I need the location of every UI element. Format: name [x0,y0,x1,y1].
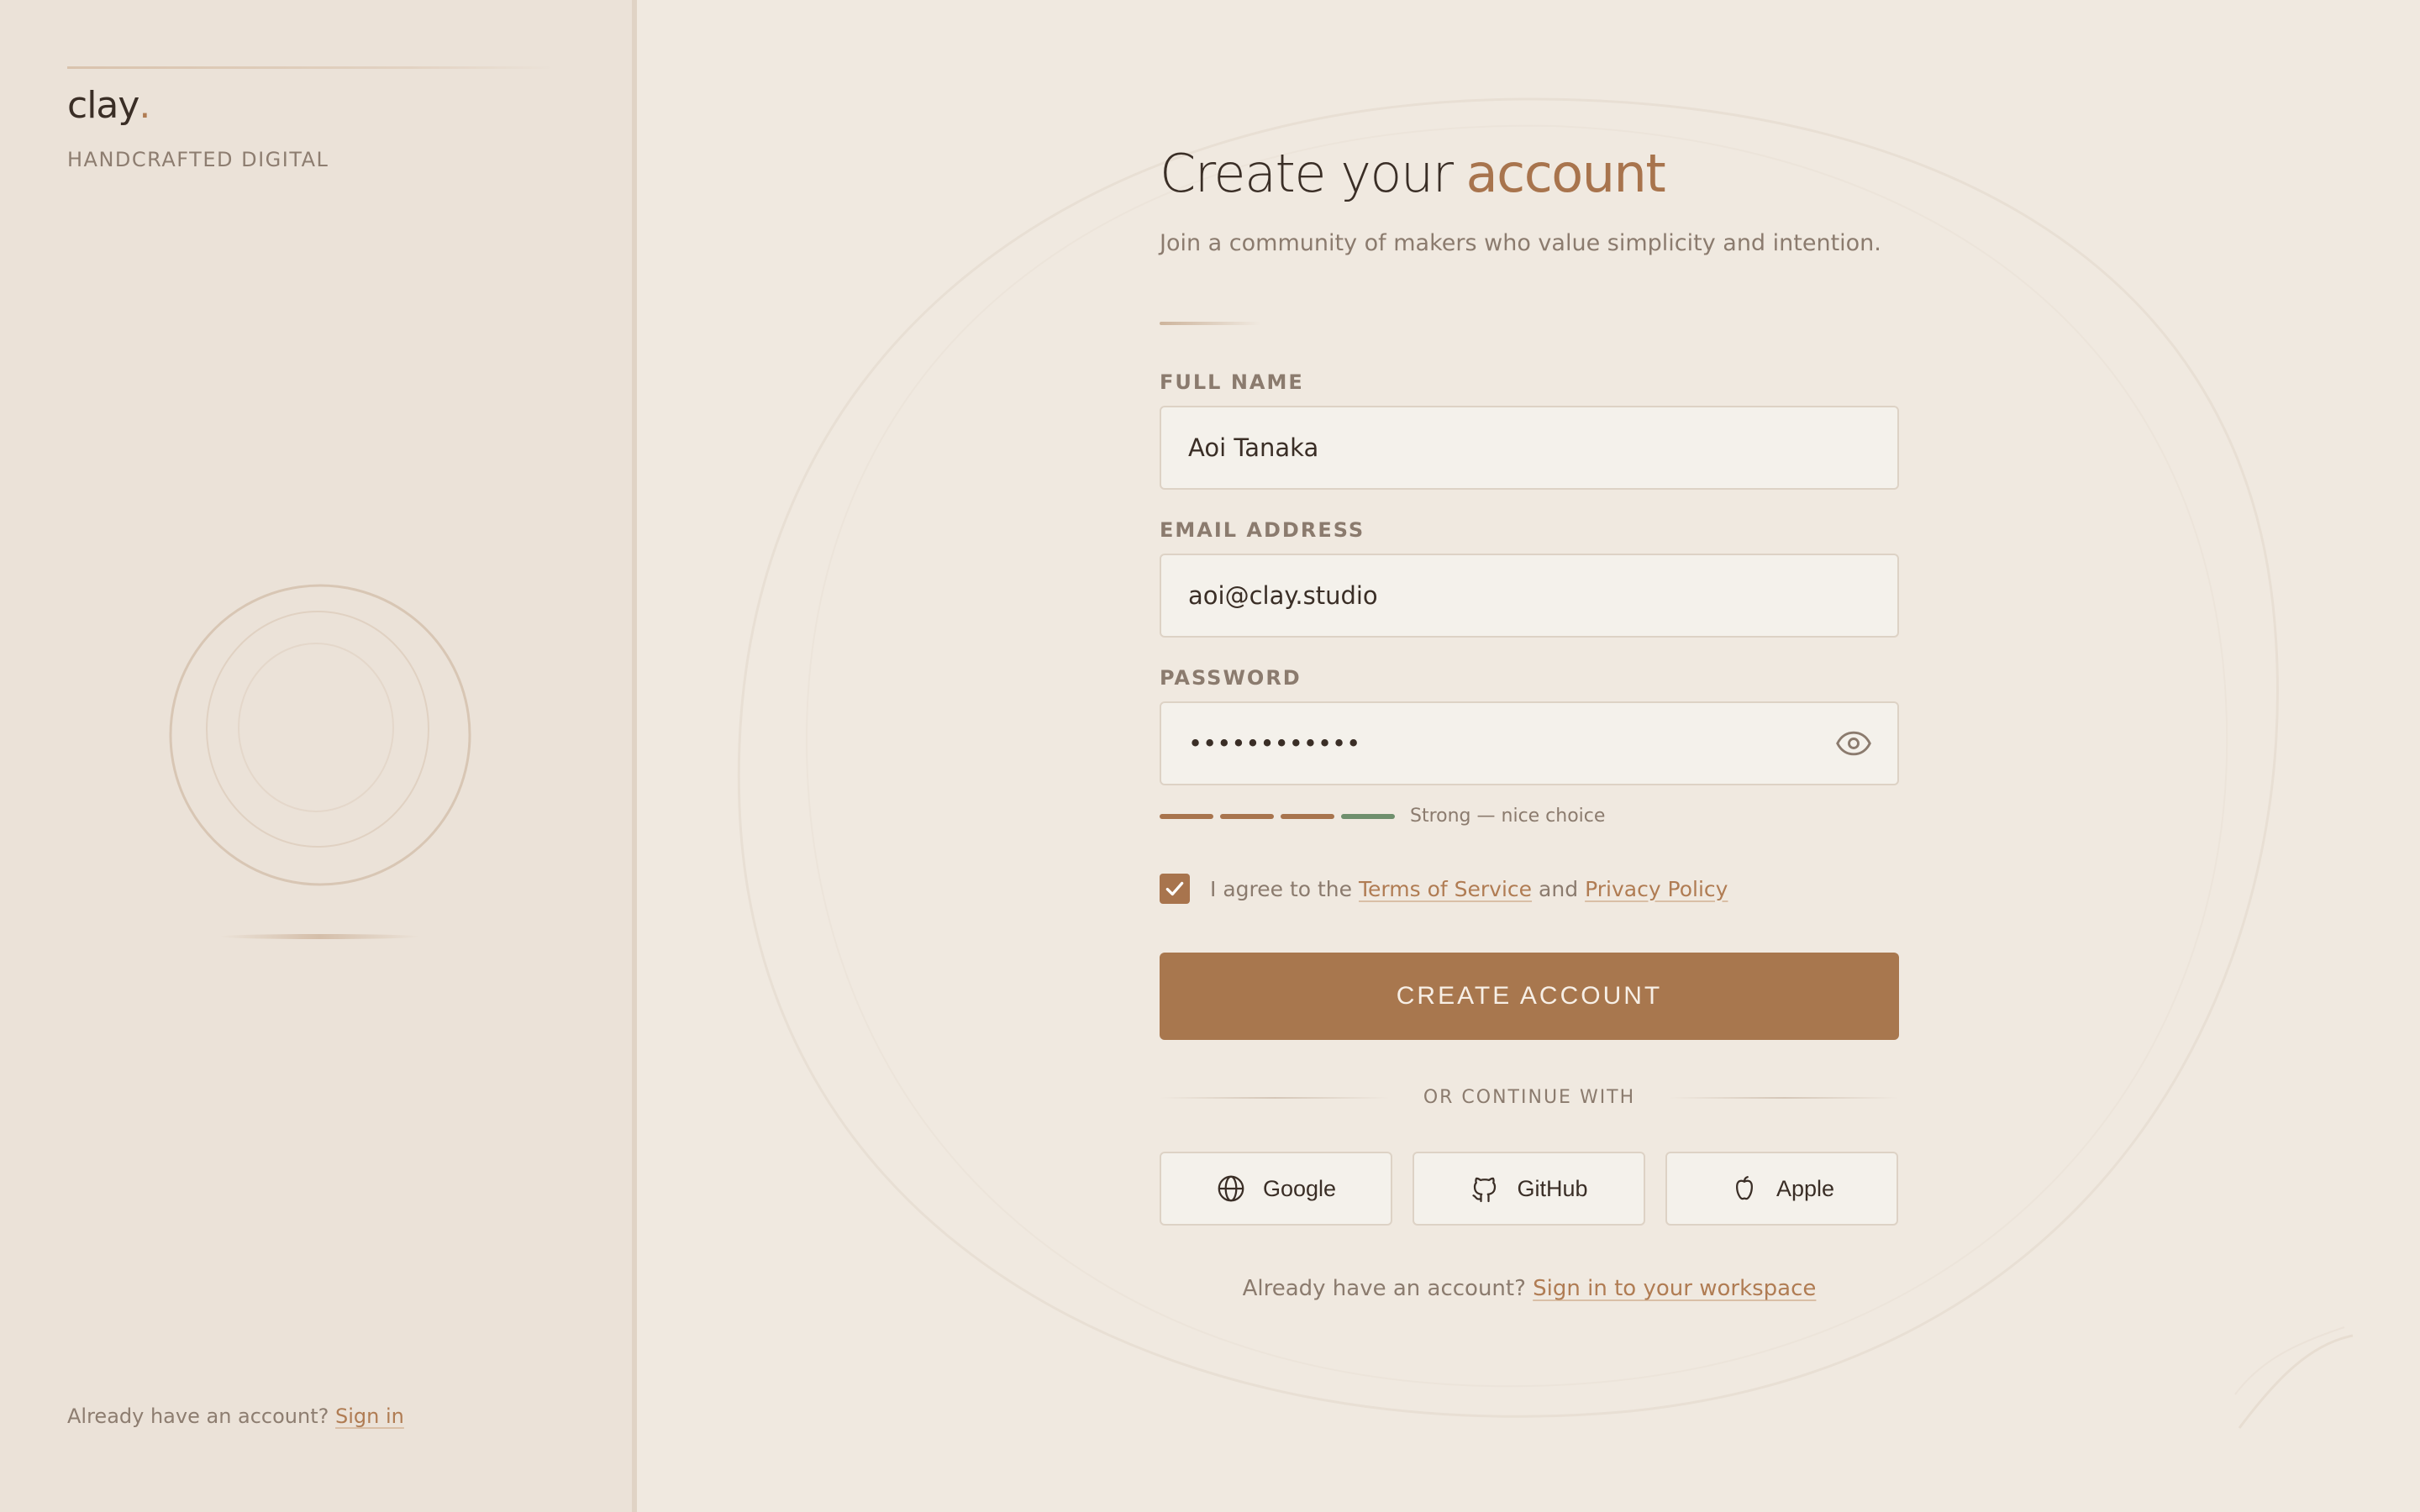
password-strength-meter: Strong — nice choice [1160,806,1899,827]
page-title-accent: account [1465,143,1666,204]
or-divider: OR CONTINUE WITH [1160,1087,1899,1108]
bottom-signin-prompt: Already have an account? [1242,1276,1526,1301]
password-strength-label: Strong — nice choice [1410,806,1606,827]
concentric-rings-illustration [169,584,471,886]
strength-segment [1281,813,1334,819]
strength-segment [1341,813,1395,819]
apple-icon [1735,1176,1753,1200]
terms-prefix: I agree to the [1210,876,1353,901]
social-login-row: Google GitHub Apple [1160,1152,1899,1226]
sidebar-footer: Already have an account? Sign in [67,1404,404,1428]
full-name-input[interactable] [1188,433,1870,462]
email-field-group: EMAIL ADDRESS [1160,518,1899,638]
full-name-field-group: FULL NAME [1160,370,1899,490]
globe-icon [1218,1175,1244,1202]
create-account-button[interactable]: CREATE ACCOUNT [1160,953,1899,1040]
page-title: Create your account [1160,143,1899,218]
eye-icon[interactable] [1835,725,1872,762]
github-icon [1472,1177,1497,1203]
full-name-input-box [1160,406,1899,490]
or-divider-line-right [1669,1096,1899,1099]
terms-of-service-link[interactable]: Terms of Service [1359,877,1532,901]
email-input-box [1160,554,1899,638]
terms-conjunction: and [1539,876,1579,901]
sidebar-footer-prompt: Already have an account? [67,1404,329,1428]
logo: clay. [67,84,150,127]
password-input-box [1160,701,1899,785]
apple-button-label: Apple [1776,1175,1835,1201]
terms-checkbox[interactable] [1160,874,1190,904]
password-field-group: PASSWORD Strong — nice choice [1160,666,1899,827]
google-button[interactable]: Google [1160,1152,1392,1226]
password-input[interactable] [1188,729,1870,758]
strength-segment [1220,813,1274,819]
privacy-policy-link[interactable]: Privacy Policy [1585,877,1728,901]
sidebar-swoosh [218,934,420,939]
sidebar-top-divider [67,66,555,69]
sidebar: clay. HANDCRAFTED DIGITAL Already have a… [0,0,637,1512]
github-button[interactable]: GitHub [1413,1152,1645,1226]
page-subtitle: Join a community of makers who value sim… [1160,230,1881,256]
title-divider [1160,322,1260,325]
google-button-label: Google [1262,1175,1337,1201]
email-input[interactable] [1188,581,1870,610]
sidebar-sign-in-link[interactable]: Sign in [335,1404,404,1428]
sign-in-workspace-link[interactable]: Sign in to your workspace [1533,1276,1816,1301]
or-divider-label: OR CONTINUE WITH [1423,1087,1636,1108]
logo-dot: . [139,84,150,127]
terms-agreement: I agree to the Terms of Service and Priv… [1160,874,1899,904]
signup-form: Create your account Join a community of … [1160,143,1899,1301]
github-button-label: GitHub [1517,1175,1588,1201]
logo-text: clay [67,84,139,127]
email-label: EMAIL ADDRESS [1160,518,1365,542]
strength-segment [1160,813,1213,819]
checkmark-icon [1165,881,1184,896]
or-divider-line-left [1160,1096,1390,1099]
full-name-label: FULL NAME [1160,370,1304,394]
tagline: HANDCRAFTED DIGITAL [67,148,329,171]
password-label: PASSWORD [1160,666,1302,690]
terms-text: I agree to the Terms of Service and Priv… [1210,877,1728,901]
apple-button[interactable]: Apple [1665,1152,1898,1226]
bottom-signin: Already have an account? Sign in to your… [1160,1276,1899,1301]
page-title-prefix: Create your [1160,143,1454,204]
